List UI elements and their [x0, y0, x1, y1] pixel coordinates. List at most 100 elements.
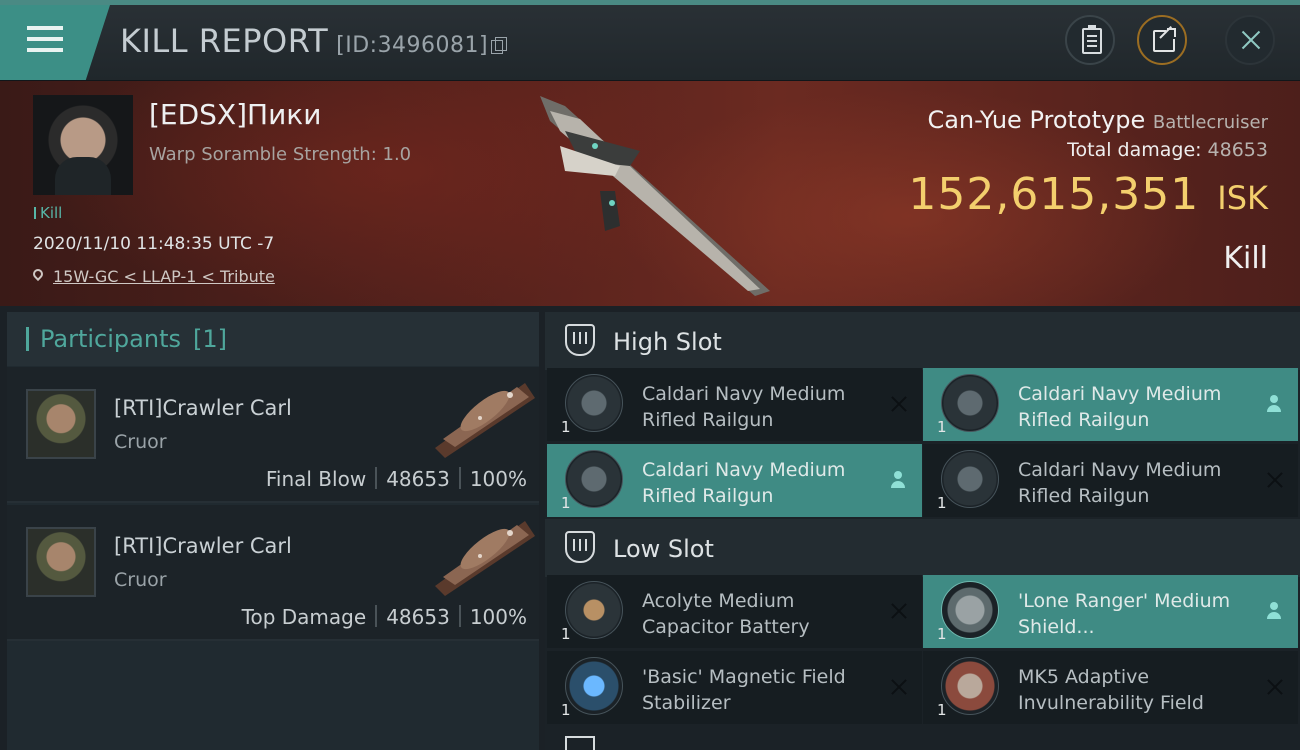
- module-name: MK5 Adaptive Invulnerability Field: [1018, 666, 1204, 714]
- close-button[interactable]: [1225, 15, 1275, 65]
- module-name: Caldari Navy Medium Rifled Railgun: [1018, 383, 1222, 431]
- title-bar: KILL REPORT [ID:3496081]: [0, 0, 1300, 81]
- high-slot-label: High Slot: [613, 328, 722, 356]
- total-damage-value: 48653: [1207, 139, 1268, 161]
- railgun-icon: [941, 374, 999, 432]
- location-link[interactable]: 15W-GC < LLAP-1 < Tribute: [53, 267, 275, 286]
- isk-value: 152,615,351 ISK: [908, 169, 1268, 220]
- attacker-stats: Final Blow 48653 100%: [266, 467, 527, 491]
- attacker-row[interactable]: [RTI]Crawler Carl Cruor Final Blow 48653 1…: [7, 367, 539, 503]
- title-text: KILL REPORT: [120, 22, 329, 60]
- dropped-person-icon: [1266, 395, 1282, 413]
- participants-header: Participants [1]: [7, 312, 539, 366]
- destroyed-icon: [890, 395, 908, 413]
- destroyed-icon: [1266, 471, 1284, 489]
- attacker-role: Top Damage: [241, 605, 367, 629]
- next-slot-icon: [565, 736, 595, 750]
- destroyed-icon: [1266, 678, 1284, 696]
- module-quantity: 1: [937, 625, 947, 643]
- participants-title-text: Participants: [40, 325, 181, 353]
- module-quantity: 1: [937, 494, 947, 512]
- dropped-person-icon: [1266, 602, 1282, 620]
- attacker-ship-image: [435, 521, 535, 596]
- kill-tag: Kill: [34, 204, 62, 222]
- fitting-panel: High Slot 1 Caldari Navy Medium Rifled R…: [545, 312, 1300, 750]
- isk-unit: ISK: [1217, 179, 1268, 217]
- attacker-portrait: [26, 389, 96, 459]
- total-damage: Total damage: 48653: [1067, 139, 1268, 161]
- attacker-ship: Cruor: [114, 431, 167, 453]
- module-quantity: 1: [561, 418, 571, 436]
- module-item[interactable]: 1 MK5 Adaptive Invulnerability Field: [923, 651, 1298, 724]
- clipboard-button[interactable]: [1065, 15, 1115, 65]
- module-item[interactable]: 1 Caldari Navy Medium Rifled Railgun: [923, 444, 1298, 517]
- ship-name[interactable]: Can-Yue Prototype Battlecruiser: [927, 106, 1268, 134]
- module-quantity: 1: [561, 625, 571, 643]
- copy-icon[interactable]: [491, 37, 508, 54]
- module-quantity: 1: [937, 418, 947, 436]
- isk-amount: 152,615,351: [908, 169, 1200, 220]
- attacker-ship: Cruor: [114, 569, 167, 591]
- ship-image: [540, 96, 770, 296]
- attacker-ship-image: [435, 383, 535, 458]
- magnetic-stabilizer-icon: [565, 657, 623, 715]
- module-name: Caldari Navy Medium Rifled Railgun: [642, 459, 846, 507]
- kill-timestamp: 2020/11/10 11:48:35 UTC -7: [33, 234, 275, 254]
- attacker-damage: 48653: [386, 467, 450, 491]
- railgun-icon: [565, 450, 623, 508]
- attacker-role: Final Blow: [265, 467, 367, 491]
- participants-count: [1]: [192, 325, 227, 353]
- slot-icon: [565, 324, 595, 356]
- destroyed-icon: [890, 678, 908, 696]
- kill-location[interactable]: 15W-GC < LLAP-1 < Tribute: [33, 267, 275, 286]
- capacitor-battery-icon: [565, 581, 623, 639]
- victim-name[interactable]: [EDSX]Пики: [149, 98, 321, 131]
- ship-class: Battlecruiser: [1152, 112, 1268, 133]
- kill-result: Kill: [1223, 241, 1268, 276]
- high-slot-header: High Slot: [545, 312, 1300, 370]
- attacker-row[interactable]: [RTI]Crawler Carl Cruor Top Damage 48653 1…: [7, 505, 539, 641]
- railgun-icon: [941, 450, 999, 508]
- module-name: Caldari Navy Medium Rifled Railgun: [642, 383, 846, 431]
- low-slot-label: Low Slot: [613, 535, 714, 563]
- warp-scramble-strength: Warp Soramble Strength: 1.0: [149, 144, 412, 165]
- attacker-name: [RTI]Crawler Carl: [114, 534, 292, 558]
- location-pin-icon: [33, 269, 45, 283]
- attacker-percent: 100%: [469, 467, 527, 491]
- attacker-percent: 100%: [469, 605, 527, 629]
- victim-banner: [EDSX]Пики Warp Soramble Strength: 1.0 K…: [0, 81, 1300, 306]
- destroyed-icon: [890, 602, 908, 620]
- ship-type: Can-Yue Prototype: [927, 106, 1146, 134]
- module-name: Acolyte Medium Capacitor Battery: [642, 590, 810, 638]
- module-item[interactable]: 1 Acolyte Medium Capacitor Battery: [547, 575, 922, 648]
- participants-title: Participants [1]: [26, 325, 227, 353]
- shield-extender-icon: [941, 581, 999, 639]
- module-item[interactable]: 1 Caldari Navy Medium Rifled Railgun: [547, 368, 922, 441]
- attacker-portrait: [26, 527, 96, 597]
- module-name: Caldari Navy Medium Rifled Railgun: [1018, 459, 1222, 507]
- dropped-person-icon: [890, 471, 906, 489]
- invulnerability-field-icon: [941, 657, 999, 715]
- railgun-icon: [565, 374, 623, 432]
- low-slot-header: Low Slot: [545, 519, 1300, 577]
- attacker-damage: 48653: [386, 605, 450, 629]
- module-item[interactable]: 1 'Basic' Magnetic Field Stabilizer: [547, 651, 922, 724]
- attacker-stats: Top Damage 48653 100%: [242, 605, 527, 629]
- report-id: [ID:3496081]: [336, 33, 489, 58]
- module-item[interactable]: 1 'Lone Ranger' Medium Shield...: [923, 575, 1298, 648]
- module-quantity: 1: [561, 494, 571, 512]
- page-title: KILL REPORT [ID:3496081]: [120, 22, 508, 60]
- header-accent: [0, 0, 1300, 5]
- module-name: 'Basic' Magnetic Field Stabilizer: [642, 666, 846, 714]
- slot-icon: [565, 531, 595, 563]
- clipboard-icon: [1082, 25, 1102, 54]
- menu-button[interactable]: [0, 5, 110, 80]
- attacker-name: [RTI]Crawler Carl: [114, 396, 292, 420]
- victim-portrait[interactable]: [33, 95, 133, 195]
- module-item[interactable]: 1 Caldari Navy Medium Rifled Railgun: [547, 444, 922, 517]
- share-button[interactable]: [1137, 15, 1187, 65]
- module-quantity: 1: [561, 701, 571, 719]
- module-item[interactable]: 1 Caldari Navy Medium Rifled Railgun: [923, 368, 1298, 441]
- total-damage-label: Total damage:: [1067, 139, 1202, 161]
- module-name: 'Lone Ranger' Medium Shield...: [1018, 590, 1231, 638]
